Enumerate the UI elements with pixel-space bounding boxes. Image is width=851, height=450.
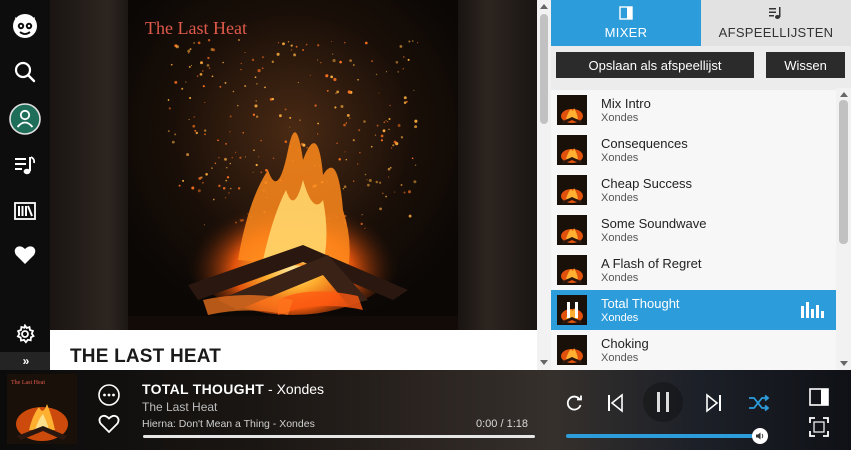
- track-thumbnail: [557, 215, 587, 245]
- more-options-icon[interactable]: [98, 384, 120, 411]
- expand-sidebar-button[interactable]: »: [0, 352, 50, 370]
- tab-playlists[interactable]: AFSPEELLIJSTEN: [701, 0, 851, 46]
- gear-icon[interactable]: [5, 314, 45, 354]
- heart-icon[interactable]: [5, 235, 45, 275]
- profile-icon[interactable]: [5, 99, 45, 139]
- sidebar: »: [0, 0, 50, 370]
- track-row[interactable]: Choking Xondes: [551, 330, 836, 370]
- library-icon[interactable]: [5, 191, 45, 231]
- track-title: Total Thought: [601, 296, 680, 311]
- tab-mixer[interactable]: MIXER: [551, 0, 701, 46]
- clear-button[interactable]: Wissen: [766, 52, 845, 78]
- previous-icon[interactable]: [604, 390, 626, 416]
- track-pause-icon[interactable]: [557, 295, 587, 325]
- track-title: Mix Intro: [601, 96, 651, 111]
- tab-mixer-label: MIXER: [604, 25, 648, 40]
- equalizer-icon: [801, 302, 824, 318]
- main-scrollbar[interactable]: [537, 0, 551, 370]
- player-bar: The Last Heat TOTAL THOUGHT - Xondes The…: [0, 370, 851, 450]
- panel-scroll-up-arrow[interactable]: [840, 92, 848, 97]
- scroll-down-arrow[interactable]: [540, 360, 548, 365]
- track-title: Choking: [601, 336, 649, 351]
- fullscreen-icon[interactable]: [808, 414, 830, 440]
- track-row[interactable]: Some Soundwave Xondes: [551, 210, 836, 250]
- music-app: » The Last Heat THE LAST HEAT MIXER AFSP…: [0, 0, 851, 450]
- progress-bar[interactable]: [143, 435, 535, 438]
- track-artist[interactable]: Xondes: [277, 381, 324, 397]
- track-artist: Xondes: [601, 112, 639, 124]
- track-artist: Xondes: [601, 272, 639, 284]
- volume-slider[interactable]: [566, 434, 760, 438]
- track-artist: Xondes: [601, 352, 639, 364]
- now-playing-album[interactable]: The Last Heat: [142, 400, 217, 414]
- track-row[interactable]: A Flash of Regret Xondes: [551, 250, 836, 290]
- now-playing-cover[interactable]: The Last Heat: [7, 374, 77, 444]
- track-row[interactable]: Mix Intro Xondes: [551, 90, 836, 130]
- save-as-playlist-button[interactable]: Opslaan als afspeellijst: [556, 52, 754, 78]
- playlist-music-icon[interactable]: [5, 146, 45, 186]
- up-next-text: Hierna: Don't Mean a Thing - Xondes: [142, 418, 315, 430]
- scroll-up-arrow[interactable]: [540, 4, 548, 9]
- pause-icon[interactable]: [643, 382, 683, 422]
- track-artist: Xondes: [601, 232, 639, 244]
- track-thumbnail: [557, 255, 587, 285]
- track-title[interactable]: TOTAL THOUGHT: [142, 381, 264, 397]
- track-artist: Xondes: [601, 312, 639, 324]
- album-cover: The Last Heat: [128, 0, 458, 330]
- panel-scrollbar[interactable]: [836, 88, 851, 370]
- main-scrollbar-thumb[interactable]: [540, 14, 548, 124]
- time-readout: 0:00 / 1:18: [476, 418, 528, 430]
- mixer-icon: [619, 6, 633, 22]
- panel-tabs: MIXER AFSPEELLIJSTEN: [551, 0, 851, 46]
- track-thumbnail: [557, 335, 587, 365]
- napster-logo-icon[interactable]: [5, 5, 45, 45]
- album-title: THE LAST HEAT: [70, 346, 222, 367]
- svg-text:The Last Heat: The Last Heat: [11, 380, 45, 386]
- queue-panel-icon[interactable]: [808, 384, 830, 410]
- track-title: A Flash of Regret: [601, 256, 702, 271]
- main-content: The Last Heat THE LAST HEAT: [50, 0, 551, 370]
- track-title: Cheap Success: [601, 176, 693, 191]
- track-title: Consequences: [601, 136, 688, 151]
- shuffle-icon[interactable]: [747, 390, 771, 416]
- queue-panel: MIXER AFSPEELLIJSTEN Opslaan als afspeel…: [551, 0, 851, 370]
- favorite-heart-icon[interactable]: [98, 414, 120, 439]
- panel-scrollbar-thumb[interactable]: [839, 100, 848, 244]
- panel-scroll-down-arrow[interactable]: [840, 361, 848, 366]
- track-row[interactable]: Cheap Success Xondes: [551, 170, 836, 210]
- next-icon[interactable]: [703, 390, 725, 416]
- track-thumbnail: [557, 95, 587, 125]
- search-icon[interactable]: [5, 52, 45, 92]
- volume-knob[interactable]: [752, 428, 768, 444]
- now-playing-title[interactable]: TOTAL THOUGHT - Xondes: [142, 381, 324, 397]
- title-separator: -: [264, 381, 277, 397]
- track-row[interactable]: Consequences Xondes: [551, 130, 836, 170]
- track-artist: Xondes: [601, 152, 639, 164]
- track-row[interactable]: Total Thought Xondes: [551, 290, 836, 330]
- tab-playlists-label: AFSPEELLIJSTEN: [718, 25, 834, 40]
- track-title: Some Soundwave: [601, 216, 707, 231]
- track-thumbnail: [557, 135, 587, 165]
- track-list: Mix Intro Xondes Consequences Xondes Cheap S…: [551, 90, 836, 370]
- panel-actions: Opslaan als afspeellijst Wissen: [551, 46, 851, 88]
- repeat-icon[interactable]: [563, 390, 585, 416]
- track-thumbnail: [557, 175, 587, 205]
- album-art-title: The Last Heat: [145, 18, 247, 38]
- track-artist: Xondes: [601, 192, 639, 204]
- volume-icon: [756, 432, 764, 440]
- playlist-icon: [768, 6, 784, 22]
